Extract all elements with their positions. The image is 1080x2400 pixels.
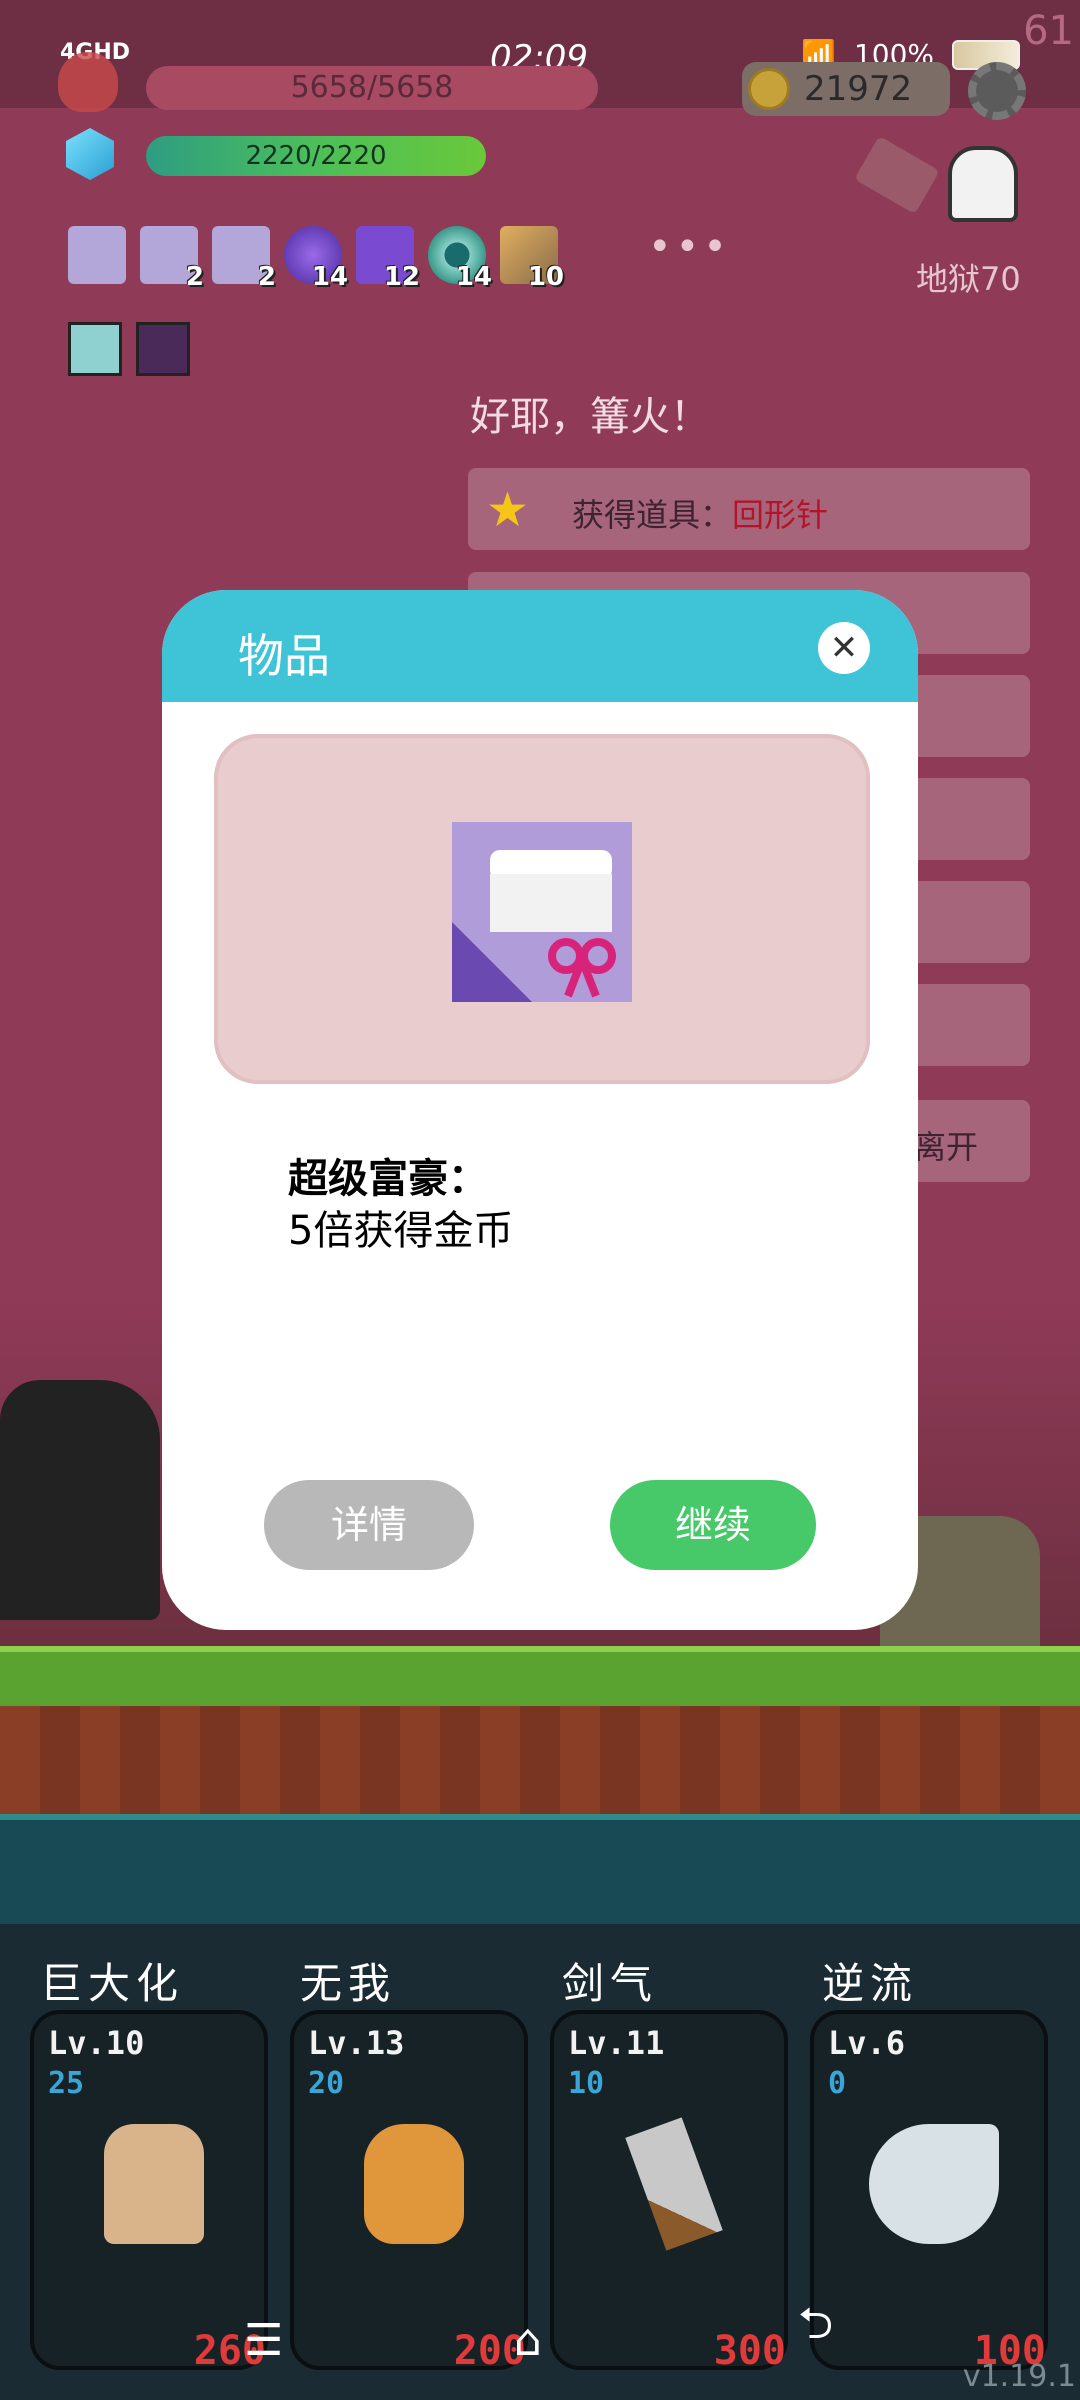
skill-level: Lv.6	[828, 2024, 906, 2062]
hp-bar: 5658/5658	[146, 66, 598, 110]
orb-item-icon[interactable]: 14	[284, 226, 348, 292]
ghost-icon[interactable]	[948, 146, 1018, 222]
mana-gem-icon	[66, 128, 114, 180]
skill-level: Lv.11	[568, 2024, 665, 2062]
ticket-item-icon[interactable]: 2	[140, 226, 204, 292]
log-entry-item: 回形针	[732, 496, 829, 534]
skill-cost: 300	[713, 2328, 786, 2374]
skill-name: 逆流	[822, 1959, 919, 2008]
coin-icon	[748, 68, 790, 110]
star-icon: ★	[486, 482, 530, 538]
gear-icon[interactable]	[968, 62, 1026, 120]
back-nav-button[interactable]: ⮌	[798, 2291, 833, 2366]
skill-sub: 20	[308, 2066, 345, 2101]
close-button[interactable]: ✕	[818, 622, 870, 674]
skill-level: Lv.10	[48, 2024, 145, 2062]
stage-label: 地狱70	[916, 260, 1021, 298]
skill-card-reverse[interactable]: Lv.6 0 100	[810, 2010, 1048, 2374]
fps-counter: 61	[1023, 8, 1074, 54]
menu-nav-button[interactable]: ☰	[244, 2315, 283, 2366]
skill-name: 剑气	[562, 1959, 659, 2008]
skill-card-sword-qi[interactable]: Lv.11 10 300	[550, 2010, 788, 2374]
item-count: 14	[311, 262, 348, 292]
lightbulb-buff-icon[interactable]	[68, 322, 122, 376]
item-name: 超级富豪：	[288, 1156, 488, 1202]
item-count: 14	[455, 262, 492, 292]
leave-label: 离开	[914, 1128, 979, 1166]
ticket-item-icon	[452, 822, 632, 1002]
ring-item-icon[interactable]: 14	[428, 226, 492, 292]
water-strip	[0, 1814, 1080, 1930]
grass-ground	[0, 1646, 1080, 1712]
skill-card-selfless[interactable]: Lv.13 20 200	[290, 2010, 528, 2374]
ticket-item-icon[interactable]: 2	[212, 226, 276, 292]
event-title: 好耶，篝火！	[470, 394, 710, 440]
dirt-ground	[0, 1706, 1080, 1814]
skill-sub: 25	[48, 2066, 85, 2101]
demon-buff-icon[interactable]	[136, 322, 190, 376]
mp-bar: 2220/2220	[146, 136, 486, 176]
dialog-title: 物品	[238, 629, 330, 683]
sword-icon	[625, 2117, 723, 2251]
continue-button[interactable]: 继续	[610, 1480, 816, 1570]
cleaver-icon[interactable]	[854, 135, 940, 215]
fist-icon	[104, 2124, 204, 2244]
item-preview	[214, 734, 870, 1084]
home-nav-button[interactable]: ⌂	[514, 2315, 542, 2366]
item-count: 10	[527, 262, 564, 292]
item-count: 2	[257, 262, 276, 292]
skill-sub: 10	[568, 2066, 605, 2101]
item-effect: 5倍获得金币	[288, 1208, 514, 1254]
log-entry: ★ 获得道具：回形针	[468, 468, 1030, 550]
skill-card-giant[interactable]: Lv.10 25 260	[30, 2010, 268, 2374]
version-label: v1.19.1	[962, 2359, 1076, 2394]
log-entry-prefix: 获得道具：	[572, 496, 733, 534]
chest-item-icon[interactable]: 12	[356, 226, 420, 292]
item-dialog: 物品 ✕ 超级富豪： 5倍获得金币 详情 继续	[162, 590, 918, 1630]
skill-name: 巨大化	[40, 1959, 185, 2008]
eye-hand-icon	[364, 2124, 464, 2244]
more-items-button[interactable]: •••	[648, 224, 731, 270]
skill-sub: 0	[828, 2066, 847, 2101]
skill-name: 无我	[300, 1959, 397, 2008]
wing-icon	[869, 2124, 999, 2244]
skill-level: Lv.13	[308, 2024, 405, 2062]
tree-silhouette	[0, 1380, 160, 1620]
dialog-header: 物品 ✕	[162, 590, 918, 702]
heart-icon	[58, 52, 118, 112]
ticket-item-icon[interactable]	[68, 226, 126, 284]
detail-button[interactable]: 详情	[264, 1480, 474, 1570]
item-count: 12	[383, 262, 420, 292]
item-count: 2	[185, 262, 204, 292]
meteor-item-icon[interactable]: 10	[500, 226, 564, 292]
